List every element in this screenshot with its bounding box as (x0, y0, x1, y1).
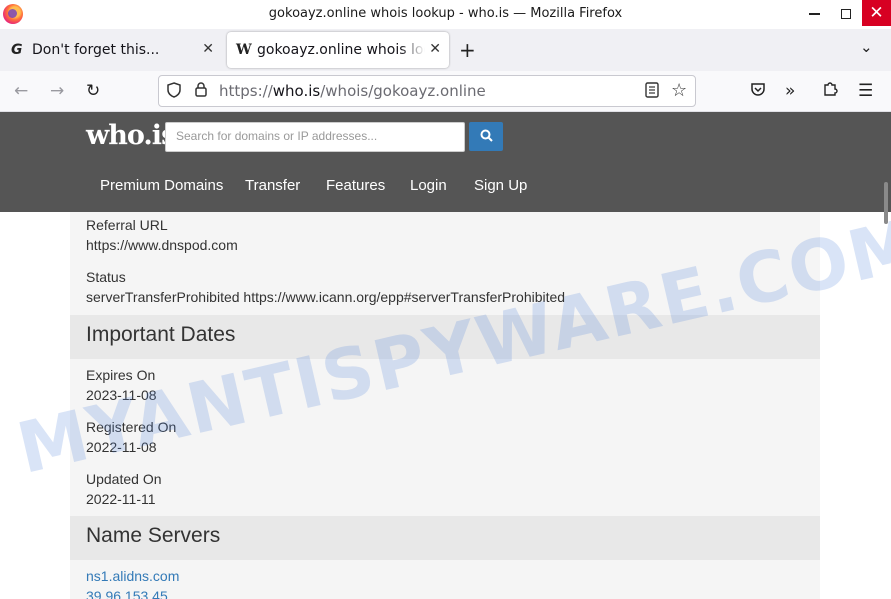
tab-title: gokoayz.online whois lookup - who.is (257, 42, 425, 58)
updated-on-label: Updated On (86, 471, 162, 487)
url-path: /whois/gokoayz.online (320, 82, 486, 100)
section-title: Important Dates (86, 323, 236, 346)
extensions-puzzle-icon[interactable] (822, 81, 838, 102)
tab-strip: G Don't forget this... ✕ W gokoayz.onlin… (0, 29, 891, 71)
minimize-button[interactable] (800, 3, 828, 25)
forward-arrow-icon[interactable]: → (50, 81, 64, 101)
referral-url-value: https://www.dnspod.com (86, 237, 238, 253)
reload-icon[interactable]: ↻ (86, 81, 100, 101)
title-bar: gokoayz.online whois lookup - who.is — M… (0, 0, 891, 29)
tab-dont-forget[interactable]: G Don't forget this... ✕ (2, 32, 222, 68)
pocket-icon[interactable] (750, 81, 766, 102)
reader-view-icon[interactable] (645, 82, 659, 102)
referral-url-label: Referral URL (86, 217, 168, 233)
site-logo[interactable]: who.is (86, 120, 176, 151)
nav-transfer[interactable]: Transfer (245, 177, 300, 194)
nav-login[interactable]: Login (410, 177, 447, 194)
expires-on-value: 2023-11-08 (86, 387, 157, 403)
bookmark-star-icon[interactable]: ☆ (671, 80, 687, 101)
url-text[interactable]: https://who.is/whois/gokoayz.online (219, 82, 486, 100)
tab-close-icon[interactable]: ✕ (202, 41, 214, 57)
tab-close-icon[interactable]: ✕ (429, 41, 441, 57)
section-title: Name Servers (86, 524, 221, 547)
search-icon (480, 129, 493, 142)
minimize-icon (808, 12, 820, 15)
overflow-chevron-icon[interactable]: » (785, 81, 795, 101)
page-scrollbar[interactable] (884, 182, 888, 224)
tracking-shield-icon[interactable] (167, 82, 181, 102)
maximize-icon (841, 8, 851, 19)
site-search-button[interactable] (469, 122, 503, 151)
navigation-toolbar: ← → ↻ https://who.is/whois/gokoayz.onlin… (0, 71, 891, 112)
g-favicon-icon: G (11, 42, 23, 58)
status-value: serverTransferProhibited https://www.ica… (86, 289, 566, 305)
lock-icon[interactable] (195, 82, 207, 101)
tab-whois[interactable]: W gokoayz.online whois lookup - who.is ✕ (227, 32, 449, 68)
registered-on-label: Registered On (86, 419, 177, 435)
whois-favicon-icon: W (236, 42, 252, 58)
maximize-button[interactable] (832, 3, 860, 25)
name-servers-block: ns1.alidns.com 39.96.153.45 (70, 560, 820, 599)
status-label: Status (86, 269, 126, 285)
expires-on-label: Expires On (86, 367, 156, 383)
url-host: who.is (272, 82, 321, 100)
close-window-button[interactable]: ✕ (862, 0, 891, 26)
new-tab-button[interactable]: + (459, 38, 476, 62)
nav-premium-domains[interactable]: Premium Domains (100, 177, 223, 194)
name-servers-heading: Name Servers (70, 516, 820, 560)
url-scheme: https:// (219, 82, 273, 100)
page-content: Referral URL https://www.dnspod.com Stat… (0, 212, 891, 599)
url-bar[interactable]: https://who.is/whois/gokoayz.online ☆ (158, 75, 696, 107)
registered-on-value: 2022-11-08 (86, 439, 157, 455)
registrar-info-block: Referral URL https://www.dnspod.com Stat… (70, 212, 820, 315)
updated-on-value: 2022-11-11 (86, 491, 156, 507)
list-all-tabs-button[interactable]: ⌄ (860, 38, 873, 56)
nav-features[interactable]: Features (326, 177, 385, 194)
important-dates-heading: Important Dates (70, 315, 820, 359)
window-title: gokoayz.online whois lookup - who.is — M… (268, 6, 623, 21)
site-search-input[interactable]: Search for domains or IP addresses... (165, 122, 465, 152)
important-dates-block: Expires On 2023-11-08 Registered On 2022… (70, 359, 820, 516)
nav-sign-up[interactable]: Sign Up (474, 177, 527, 194)
name-server-ip-link[interactable]: 39.96.153.45 (86, 588, 168, 599)
site-header: who.is Search for domains or IP addresse… (0, 112, 891, 212)
hamburger-menu-icon[interactable]: ☰ (858, 81, 873, 101)
tab-title: Don't forget this... (32, 42, 160, 58)
name-server-link[interactable]: ns1.alidns.com (86, 568, 179, 584)
back-arrow-icon[interactable]: ← (14, 81, 28, 101)
